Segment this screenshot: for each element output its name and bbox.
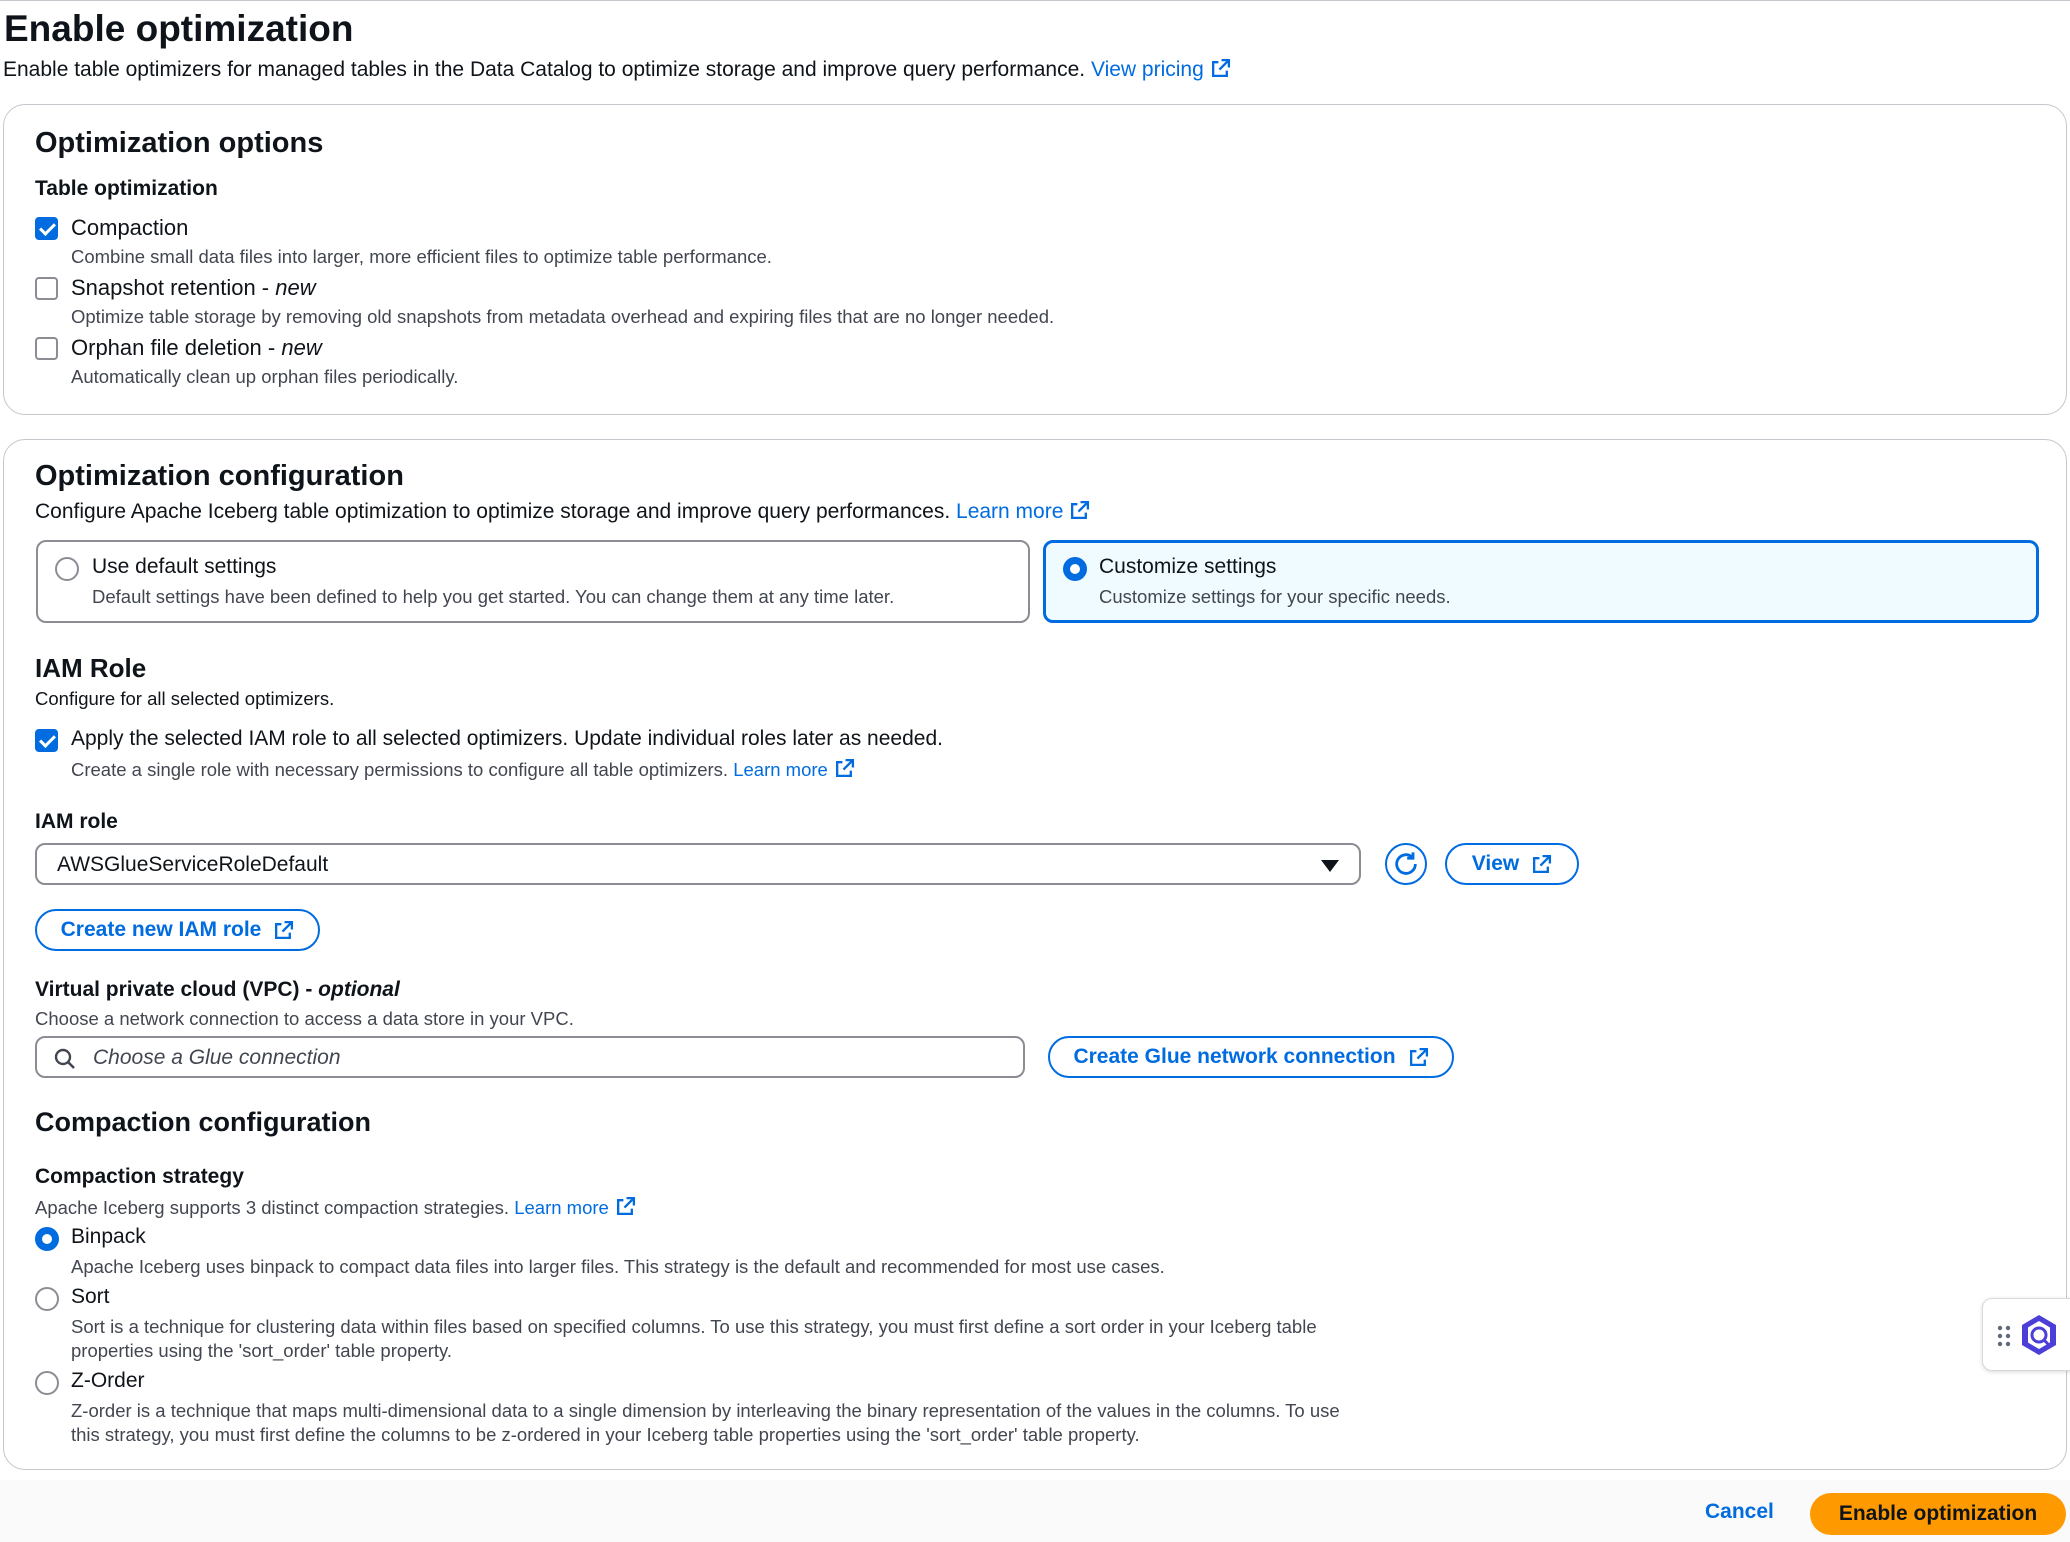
binpack-radio[interactable] <box>35 1227 59 1251</box>
create-glue-network-connection-button[interactable]: Create Glue network connection <box>1048 1036 1454 1078</box>
orphan-file-deletion-label: Orphan file deletion - new <box>71 335 322 360</box>
page-title: Enable optimization <box>4 8 354 49</box>
iam-learn-more-link[interactable]: Learn more <box>733 758 855 780</box>
refresh-button[interactable] <box>1385 843 1427 885</box>
assistant-icon <box>2022 1315 2056 1355</box>
iam-role-field-label: IAM role <box>35 810 118 833</box>
compaction-checkbox[interactable] <box>35 217 58 240</box>
page-description-text: Enable table optimizers for managed tabl… <box>3 58 1086 81</box>
customize-settings-description: Customize settings for your specific nee… <box>1099 586 1451 607</box>
apply-iam-role-label: Apply the selected IAM role to all selec… <box>71 727 943 750</box>
vpc-label: Virtual private cloud (VPC) - optional <box>35 978 400 1001</box>
apply-iam-role-checkbox[interactable] <box>35 729 58 752</box>
z-order-radio[interactable] <box>35 1371 59 1395</box>
orphan-file-deletion-description: Automatically clean up orphan files peri… <box>71 366 459 387</box>
refresh-icon <box>1395 852 1417 875</box>
compaction-description: Combine small data files into larger, mo… <box>71 246 772 267</box>
customize-settings-tile[interactable]: Customize settings Customize settings fo… <box>1043 540 2039 623</box>
sort-label: Sort <box>71 1285 110 1308</box>
binpack-description: Apache Iceberg uses binpack to compact d… <box>71 1256 1165 1277</box>
cancel-button[interactable]: Cancel <box>1705 1500 1774 1524</box>
drag-handle-icon[interactable] <box>1997 1325 2011 1347</box>
compaction-configuration-title: Compaction configuration <box>35 1107 371 1137</box>
sort-description: Sort is a technique for clustering data … <box>71 1316 1317 1337</box>
orphan-file-deletion-checkbox[interactable] <box>35 337 58 360</box>
page-description: Enable table optimizers for managed tabl… <box>3 58 1231 82</box>
glue-connection-placeholder: Choose a Glue connection <box>93 1046 341 1069</box>
optimization-configuration-panel: Optimization configuration Configure Apa… <box>3 439 2067 1470</box>
use-default-settings-radio[interactable] <box>55 557 79 581</box>
assistant-widget[interactable] <box>1982 1298 2070 1371</box>
create-new-iam-role-button[interactable]: Create new IAM role <box>35 909 320 951</box>
customize-settings-label: Customize settings <box>1099 555 1277 578</box>
z-order-label: Z-Order <box>71 1369 145 1392</box>
optimization-options-panel: Optimization options Table optimization … <box>3 104 2067 415</box>
view-pricing-link[interactable]: View pricing <box>1091 58 1231 81</box>
external-link-icon <box>834 758 855 779</box>
external-link-icon <box>1210 58 1231 79</box>
config-learn-more-link[interactable]: Learn more <box>956 500 1090 523</box>
optimization-configuration-title: Optimization configuration <box>35 460 404 492</box>
iam-role-select[interactable]: AWSGlueServiceRoleDefault <box>35 843 1361 885</box>
iam-role-subtitle: Configure for all selected optimizers. <box>35 688 335 709</box>
z-order-description-line2: this strategy, you must first define the… <box>71 1424 1140 1445</box>
external-link-icon <box>1408 1047 1429 1068</box>
enable-optimization-button[interactable]: Enable optimization <box>1810 1493 2066 1535</box>
z-order-description: Z-order is a technique that maps multi-d… <box>71 1400 1340 1421</box>
external-link-icon <box>273 920 294 941</box>
top-divider <box>0 0 2070 1</box>
optimization-options-title: Optimization options <box>35 127 324 159</box>
optimization-configuration-description: Configure Apache Iceberg table optimizat… <box>35 500 1090 524</box>
snapshot-retention-description: Optimize table storage by removing old s… <box>71 306 1055 327</box>
vpc-description: Choose a network connection to access a … <box>35 1008 574 1029</box>
glue-connection-search[interactable]: Choose a Glue connection <box>35 1036 1025 1078</box>
compaction-strategy-label: Compaction strategy <box>35 1165 244 1188</box>
external-link-icon <box>1069 500 1090 521</box>
use-default-settings-description: Default settings have been defined to he… <box>92 586 895 607</box>
use-default-settings-tile[interactable]: Use default settings Default settings ha… <box>36 540 1030 623</box>
external-link-icon <box>615 1196 636 1217</box>
snapshot-retention-checkbox[interactable] <box>35 277 58 300</box>
iam-role-selected-value: AWSGlueServiceRoleDefault <box>57 853 329 876</box>
caret-down-icon <box>1321 860 1339 872</box>
external-link-icon <box>1531 854 1552 875</box>
search-icon <box>54 1048 75 1069</box>
sort-radio[interactable] <box>35 1287 59 1311</box>
iam-role-title: IAM Role <box>35 653 147 683</box>
use-default-settings-label: Use default settings <box>92 555 277 578</box>
customize-settings-radio[interactable] <box>1063 557 1087 581</box>
binpack-label: Binpack <box>71 1225 146 1248</box>
sort-description-line2: properties using the 'sort_order' table … <box>71 1340 453 1361</box>
table-optimization-label: Table optimization <box>35 177 218 200</box>
snapshot-retention-label: Snapshot retention - new <box>71 275 316 300</box>
apply-iam-role-description: Create a single role with necessary perm… <box>71 758 855 781</box>
view-iam-role-button[interactable]: View <box>1445 843 1579 885</box>
compaction-strategy-description: Apache Iceberg supports 3 distinct compa… <box>35 1196 636 1219</box>
compaction-label: Compaction <box>71 215 189 240</box>
compaction-learn-more-link[interactable]: Learn more <box>514 1196 636 1218</box>
